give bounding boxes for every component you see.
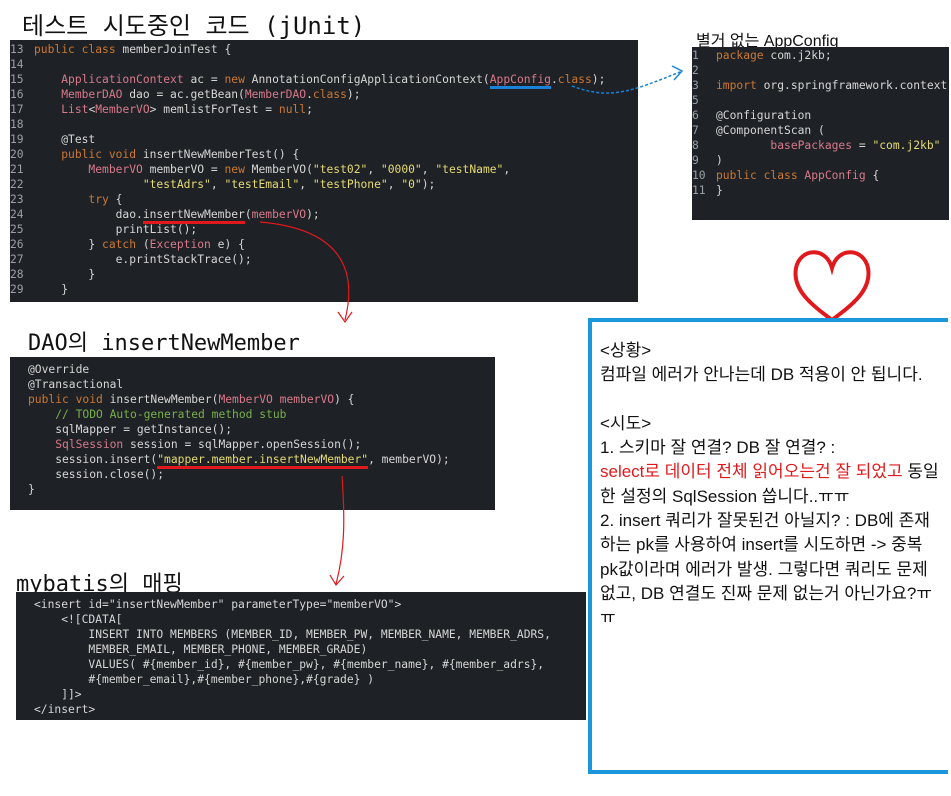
code-line: MEMBER_EMAIL, MEMBER_PHONE, MEMBER_GRADE… (34, 643, 368, 656)
code-line: 27 e.printStackTrace(); (10, 253, 252, 266)
note-text: <상황> 컴파일 에러가 안나는데 DB 적용이 안 됩니다. <시도> 1. … (600, 339, 945, 631)
note-attempt-title: <시도> (600, 413, 652, 433)
code-line: 11} (692, 184, 723, 197)
test-code-panel: 13 public class memberJoinTest { 14 15 Ap… (10, 40, 638, 302)
code-line: 1 package com.j2kb; (692, 49, 832, 62)
code-line: 22 "testAdrs", "testEmail", "testPhone",… (10, 178, 436, 191)
note-attempt-2: 2. insert 쿼리가 잘못된건 아닐지? : DB에 존재하는 pk를 사… (600, 511, 933, 628)
code-line: 2 (692, 64, 699, 77)
code-line: 25 printList(); (10, 223, 198, 236)
code-line: session.insert("mapper.member.insertNewM… (28, 452, 495, 469)
code-line: 28 } (10, 268, 96, 281)
note-situation-body: 컴파일 에러가 안나는데 DB 적용이 안 됩니다. (600, 365, 923, 385)
code-line: sqlMapper = getInstance(); (28, 423, 233, 436)
mybatis-panel: <insert id="insertNewMember" parameterTy… (16, 592, 586, 720)
code-line: 19 @Test (10, 133, 96, 146)
code-line: public void insertNewMember(MemberVO mem… (28, 393, 355, 406)
code-line: // TODO Auto-generated method stub (55, 408, 287, 421)
red-arrow-2-head (329, 574, 345, 587)
code-line: INSERT INTO MEMBERS (MEMBER_ID, MEMBER_P… (34, 628, 551, 641)
code-line: 17 List<MemberVO> memlistForTest = null; (10, 103, 313, 116)
heading-dao: DAO의 insertNewMember (28, 325, 300, 360)
red-arrow-1-head (337, 311, 353, 324)
code-line: 14 (10, 58, 24, 71)
code-line: 21 MemberVO memberVO = new MemberVO("tes… (10, 163, 511, 176)
heading-dao-text: DAO의 insertNewMember (28, 331, 300, 356)
code-line: <insert id="insertNewMember" parameterTy… (34, 598, 402, 611)
code-line: #{member_email},#{member_phone},#{grade}… (34, 673, 375, 686)
code-line: ]]> (34, 688, 82, 701)
code-line: 13 public class memberJoinTest { (10, 43, 232, 56)
code-line: session.close(); (28, 468, 165, 481)
code-line: 8 basePackages = "com.j2kb" (692, 139, 941, 152)
code-line: 29 } (10, 283, 69, 296)
code-line: } (28, 483, 35, 496)
code-line: </insert> (34, 703, 96, 716)
code-line: <![CDATA[ (34, 613, 123, 626)
code-line: 3 import org.springframework.context (692, 79, 948, 92)
heading-test-code-text: 테스트 시도중인 코드 (jUnit) (22, 12, 366, 40)
heading-test-code: 테스트 시도중인 코드 (jUnit) (22, 6, 366, 44)
code-line: 23 try { (10, 193, 123, 206)
blue-arrow-head (671, 65, 684, 81)
note-attempt-1-red: select로 데이터 전체 읽어오는건 잘 되었고 (600, 462, 903, 482)
code-line: 15 ApplicationContext ac = new Annotatio… (10, 72, 638, 89)
code-line: @Transactional (28, 378, 124, 391)
code-line: 24 dao.insertNewMember(memberVO); (10, 207, 638, 224)
app-config-panel: 1 package com.j2kb; 2 3 import org.springf… (692, 47, 949, 220)
code-line: 6 @Configuration (692, 109, 812, 122)
code-line: 20 public void insertNewMemberTest() { (10, 148, 300, 161)
code-line: 5 (692, 94, 699, 107)
code-line: 26 } catch (Exception e) { (10, 238, 245, 251)
code-line: VALUES( #{member_id}, #{member_pw}, #{me… (34, 658, 545, 671)
code-line: SqlSession session = sqlMapper.openSessi… (55, 438, 362, 451)
note-attempt-1: 1. 스키마 잘 연결? DB 잘 연결? : (600, 438, 836, 458)
code-line: 9) (692, 154, 723, 167)
code-line: 16 MemberDAO dao = ac.getBean(MemberDAO.… (10, 88, 361, 101)
code-line: 10 public class AppConfig { (692, 169, 880, 182)
code-line: @Override (28, 363, 90, 376)
code-line: 7 @ComponentScan ( (692, 124, 825, 137)
code-line: 18 (10, 118, 24, 131)
dao-panel: @Override @Transactional public void ins… (10, 357, 495, 510)
heart-icon (793, 250, 871, 323)
note-situation-title: <상황> (600, 341, 652, 360)
